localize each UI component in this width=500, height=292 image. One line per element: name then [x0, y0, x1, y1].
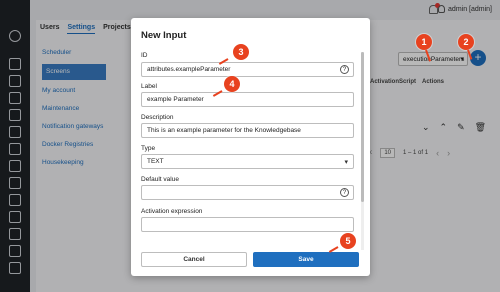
caret-down-icon: ▾: [344, 159, 348, 166]
id-field[interactable]: attributes.exampleParameter ?: [141, 62, 354, 77]
cancel-button[interactable]: Cancel: [141, 252, 247, 267]
type-label: Type: [141, 145, 156, 152]
callout-1: 1: [416, 34, 432, 50]
activation-expression-label: Activation expression: [141, 208, 203, 215]
type-value: TEXT: [147, 158, 164, 165]
label-field[interactable]: example Parameter: [141, 92, 354, 107]
default-value-field[interactable]: ?: [141, 185, 354, 200]
id-value: attributes.exampleParameter: [147, 66, 231, 73]
callout-5: 5: [340, 233, 356, 249]
callout-2: 2: [458, 34, 474, 50]
help-icon[interactable]: ?: [340, 65, 349, 74]
description-field[interactable]: This is an example parameter for the Kno…: [141, 123, 354, 138]
dialog-title: New Input: [141, 30, 187, 41]
default-value-label: Default value: [141, 176, 179, 183]
label-value: example Parameter: [147, 96, 204, 103]
help-icon[interactable]: ?: [340, 188, 349, 197]
description-label: Description: [141, 114, 174, 121]
description-value: This is an example parameter for the Kno…: [147, 127, 301, 134]
callout-4: 4: [224, 76, 240, 92]
label-label: Label: [141, 83, 157, 90]
new-input-dialog: New Input ID attributes.exampleParameter…: [131, 18, 370, 276]
activation-expression-field[interactable]: [141, 217, 354, 232]
callout-3: 3: [233, 44, 249, 60]
type-select[interactable]: TEXT ▾: [141, 154, 354, 169]
dialog-scrollbar-thumb[interactable]: [361, 52, 364, 202]
save-button[interactable]: Save: [253, 252, 359, 267]
id-label: ID: [141, 52, 148, 59]
